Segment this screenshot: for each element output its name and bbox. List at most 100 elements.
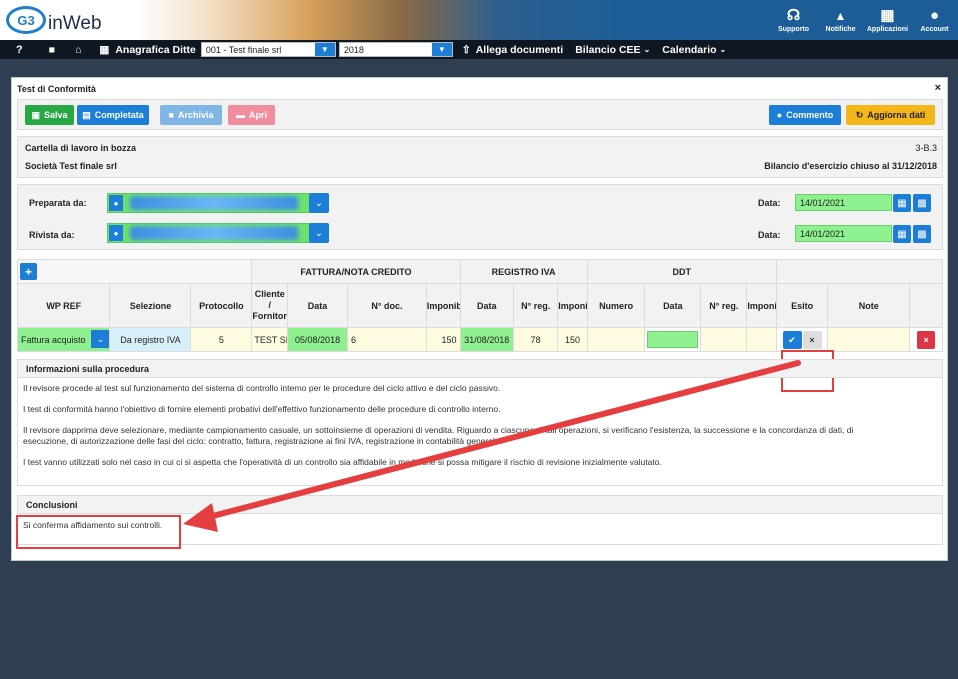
apri-label: Apri — [249, 110, 267, 120]
procedura-section: Informazioni sulla procedura Il revisore… — [17, 359, 943, 486]
col-wpref: WP REF — [16, 283, 111, 328]
chevron-down-icon: ▼ — [314, 43, 335, 56]
signature-box: Preparata da: ● ⌄ Rivista da: ● ⌄ Data: … — [17, 184, 943, 250]
f-data-cell[interactable]: 05/08/2018 — [287, 327, 349, 352]
rivista-select[interactable]: ● — [107, 223, 310, 243]
delete-button[interactable]: × — [917, 330, 936, 349]
selezione-value: Da registro IVA — [120, 334, 181, 345]
anagrafica-link[interactable]: ▦ Anagrafica Ditte — [99, 44, 195, 56]
d-imponibile-cell[interactable] — [746, 327, 777, 352]
refresh-icon: ↻ — [855, 109, 864, 120]
notifications-label: Notifiche — [825, 25, 856, 33]
user-icon: ● — [109, 225, 123, 241]
app-logo[interactable]: G3 inWeb — [6, 3, 126, 37]
protocollo-cell[interactable]: 5 — [190, 327, 253, 352]
d-data-input[interactable] — [647, 331, 699, 348]
rivista-date-value: 14/01/2021 — [800, 228, 846, 239]
r-data-cell[interactable]: 31/08/2018 — [459, 327, 515, 352]
company-select-value: 001 - Test finale srl — [205, 44, 282, 55]
esito-ok-button[interactable]: ✔ — [782, 330, 802, 349]
col-d-imponibile: Imponibile — [746, 283, 777, 328]
chevron-down-icon[interactable]: ⌄ — [309, 223, 329, 243]
completata-button[interactable]: ▤ Completata — [77, 105, 149, 125]
commento-label: Commento — [786, 110, 834, 120]
calendar-icon[interactable]: ▦ — [893, 225, 911, 243]
r-imponibile-cell[interactable]: 150 — [557, 327, 588, 352]
col-d-numero: Numero — [586, 283, 646, 328]
col-d-nreg: N° reg. — [700, 283, 748, 328]
col-note: Note — [827, 283, 911, 328]
company-select[interactable]: 001 - Test finale srl ▼ — [200, 42, 336, 57]
close-icon[interactable]: × — [935, 82, 941, 94]
preparata-date-input[interactable]: 14/01/2021 — [795, 194, 892, 211]
chevron-down-icon: ▼ — [431, 43, 452, 56]
selezione-cell[interactable]: Da registro IVA — [109, 327, 192, 352]
calendar-today-icon[interactable]: ▩ — [913, 225, 931, 243]
chevron-down-icon[interactable]: ⌄ — [309, 193, 329, 213]
archivia-button[interactable]: ■ Archivia — [160, 105, 222, 125]
wpref-select[interactable]: Fattura acquisto ⌄ — [16, 327, 111, 352]
group-ddt: DDT — [586, 259, 777, 284]
calendar-icon[interactable]: ▦ — [893, 194, 911, 212]
year-select-value: 2018 — [343, 44, 364, 55]
year-select[interactable]: 2018 ▼ — [338, 42, 453, 57]
save-button[interactable]: ▣ Salva — [25, 105, 74, 125]
apri-button[interactable]: ▬ Apri — [228, 105, 275, 125]
procedura-title: Informazioni sulla procedura — [18, 360, 942, 378]
d-numero-cell[interactable] — [586, 327, 646, 352]
save-label: Salva — [43, 110, 68, 120]
account-icon: ● — [929, 6, 940, 24]
panel-title: Test di Conformità — [17, 84, 96, 94]
support-button[interactable]: ☊ Supporto — [770, 0, 817, 40]
clipboard-icon: ▤ — [82, 109, 91, 120]
notifications-button[interactable]: ▲ Notifiche — [817, 0, 864, 40]
bilancio-menu[interactable]: Bilancio CEE ⌄ — [575, 44, 650, 56]
calendar-today-icon[interactable]: ▩ — [913, 194, 931, 212]
test-grid: + FATTURA/NOTA CREDITO REGISTRO IVA DDT … — [16, 259, 944, 352]
procedura-p1: Il revisore procede al test sul funziona… — [23, 383, 501, 393]
preparata-date-value: 14/01/2021 — [800, 197, 846, 208]
col-r-data: Data — [459, 283, 515, 328]
grid-icon: ▦ — [880, 6, 895, 24]
preparata-select[interactable]: ● — [107, 193, 310, 213]
calendario-menu[interactable]: Calendario ⌄ — [662, 44, 726, 56]
calendario-label: Calendario — [662, 43, 717, 56]
rivista-date-input[interactable]: 14/01/2021 — [795, 225, 892, 242]
d-nreg-cell[interactable] — [700, 327, 748, 352]
archive-icon: ■ — [168, 110, 174, 120]
chevron-down-icon: ⌄ — [719, 45, 727, 54]
help-button[interactable]: ? — [16, 44, 23, 56]
add-row-button[interactable]: + — [20, 263, 37, 280]
commento-button[interactable]: ● Commento — [769, 105, 841, 125]
top-icons: ☊ Supporto ▲ Notifiche ▦ Applicazioni ● Acco… — [770, 0, 958, 40]
bilancio-label: Bilancio CEE — [575, 43, 641, 56]
col-actions — [909, 283, 943, 328]
r-nreg-cell[interactable]: 78 — [513, 327, 559, 352]
esito-x-button[interactable]: × — [802, 330, 822, 349]
cliente-cell[interactable]: TEST SRL — [251, 327, 289, 352]
f-ndoc-cell[interactable]: 6 — [347, 327, 427, 352]
allega-link[interactable]: ⇧ Allega documenti — [462, 44, 563, 56]
folder-icon: ▬ — [236, 110, 245, 120]
apps-button[interactable]: ▦ Applicazioni — [864, 0, 911, 40]
col-cliente: Cliente / Fornitore — [251, 283, 289, 328]
conclusioni-callout — [16, 515, 181, 549]
note-cell[interactable] — [827, 327, 911, 352]
video-icon[interactable]: ■ — [49, 44, 55, 56]
preparata-data-label: Data: — [758, 198, 781, 208]
procedure-code: 3-B.3 — [915, 143, 937, 153]
d-data-cell[interactable] — [644, 327, 702, 352]
aggiorna-button[interactable]: ↻ Aggiorna dati — [846, 105, 935, 125]
app-name: inWeb — [48, 13, 102, 34]
account-button[interactable]: ● Account — [911, 0, 958, 40]
top-bar: G3 inWeb ☊ Supporto ▲ Notifiche ▦ Applicazi… — [0, 0, 958, 40]
anagrafica-label: Anagrafica Ditte — [115, 43, 196, 56]
test-panel: Test di Conformità × ▣ Salva ▤ Completata … — [11, 77, 948, 561]
home-icon[interactable]: ⌂ — [75, 44, 81, 56]
col-r-nreg: N° reg. — [513, 283, 559, 328]
f-imponibile-cell[interactable]: 150 — [425, 327, 461, 352]
aggiorna-label: Aggiorna dati — [867, 110, 926, 120]
archivia-label: Archivia — [177, 110, 214, 120]
procedura-p3a: Il revisore dapprima deve selezionare, m… — [23, 425, 854, 435]
rivista-label: Rivista da: — [29, 230, 75, 240]
